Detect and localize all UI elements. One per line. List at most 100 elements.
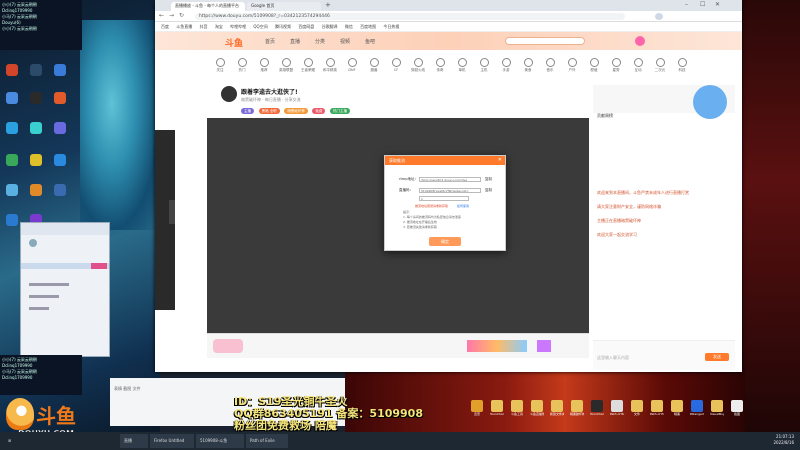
user-avatar[interactable] (635, 36, 645, 46)
copy-key-button[interactable]: 复制 (485, 188, 492, 193)
minimize-icon[interactable]: – (685, 1, 688, 8)
taskbar-item[interactable]: 直播 (120, 434, 148, 448)
bookmark-item[interactable]: 抖音 (200, 22, 208, 32)
line-select[interactable]: 1 (419, 196, 469, 201)
nav-category[interactable]: 英雄联盟 (279, 58, 293, 73)
nav-category[interactable]: 关注 (213, 58, 227, 73)
nav-category[interactable]: 手游 (499, 58, 513, 73)
desktop-icon[interactable]: 暗黑 (670, 400, 684, 418)
nav-link[interactable]: 首页 (265, 38, 275, 45)
bookmark-item[interactable]: 斗鱼直播 (176, 22, 192, 32)
gift-icon[interactable] (213, 339, 243, 353)
nav-link[interactable]: 分类 (315, 38, 325, 45)
desktop-icon[interactable]: DRangerX (690, 400, 704, 418)
nav-category[interactable]: 穿越火线 (411, 58, 425, 73)
room-tag[interactable]: 暗黑破坏神 (284, 108, 308, 114)
close-window-icon[interactable]: ✕ (715, 1, 720, 8)
nav-category[interactable]: 王者荣耀 (301, 58, 315, 73)
douyu-header-logo[interactable]: 斗鱼 (225, 36, 243, 49)
browser-window[interactable]: 直播播放 - 斗鱼 - 每个人的直播平台 Google 首页 + ✕ ☐ – ←… (155, 0, 742, 372)
qq-list-item[interactable] (29, 307, 49, 310)
bookmark-item[interactable]: 百度网盘 (298, 22, 314, 32)
bookmark-item[interactable]: 微信 (345, 22, 353, 32)
app-icon[interactable] (30, 122, 42, 134)
rank-title[interactable]: 贡献周榜 (597, 113, 613, 119)
nav-link[interactable]: 鱼吧 (365, 38, 375, 45)
nav-category[interactable]: 二次元 (653, 58, 667, 73)
nav-category[interactable]: CF (389, 58, 403, 72)
room-tag[interactable]: 主播 (241, 108, 254, 114)
app-icon[interactable] (6, 122, 18, 134)
screenshot-button[interactable]: 截图 (123, 386, 131, 391)
clock[interactable]: 21:07:13 2022/8/16 (773, 434, 794, 446)
nav-category[interactable]: 颜值 (587, 58, 601, 73)
reload-icon[interactable]: ↻ (179, 12, 184, 19)
desktop-icon[interactable]: 斗鱼工具 (510, 400, 524, 418)
copy-rtmp-button[interactable]: 复制 (485, 177, 492, 182)
app-icon[interactable] (30, 184, 42, 196)
taskbar-item[interactable]: 5109908-斗鱼 (196, 434, 244, 448)
app-icon[interactable] (6, 214, 18, 226)
app-icon[interactable] (30, 92, 42, 104)
gift-bar[interactable] (467, 340, 527, 352)
qq-list-item[interactable] (29, 295, 59, 298)
taskbar-item[interactable]: Firefox Untitled (150, 434, 194, 448)
app-icon[interactable] (54, 154, 66, 166)
bookmark-item[interactable]: 百度 (161, 22, 169, 32)
desktop-icon[interactable]: ToonCharms (590, 400, 604, 418)
room-tag[interactable]: 黑暗 全职 (258, 108, 280, 114)
qq-toolbar[interactable]: 表情 截图 文件 (114, 386, 141, 392)
qq-list-item[interactable] (29, 283, 69, 286)
stream-key-field[interactable]: 5109908rLwsl8cVfN?wsSecret= (419, 188, 481, 193)
back-icon[interactable]: ← (159, 12, 164, 19)
app-icon[interactable] (54, 64, 66, 76)
nav-category[interactable]: 美食 (521, 58, 535, 73)
send-button[interactable]: 发送 (705, 353, 729, 361)
nav-link[interactable]: 直播 (290, 38, 300, 45)
avatar[interactable] (29, 239, 37, 247)
maximize-icon[interactable]: ☐ (700, 1, 705, 8)
app-icon[interactable] (6, 154, 18, 166)
start-button[interactable]: ⊞ (4, 434, 44, 448)
desktop-icon[interactable]: 迅雷 (470, 400, 484, 418)
desktop-icon[interactable]: 暗黑破坏神 (570, 400, 584, 418)
desktop-icon[interactable]: 文件 (630, 400, 644, 418)
desktop-icon[interactable]: 新建文件夹 (550, 400, 564, 418)
nav-category[interactable]: 主机 (477, 58, 491, 73)
gift-icon[interactable] (537, 340, 551, 352)
chat-input[interactable]: 这里输入聊天内容 (597, 355, 697, 361)
room-tag[interactable]: 热门主播 (330, 108, 350, 114)
emoji-button[interactable]: 表情 (114, 386, 122, 391)
app-icon[interactable] (6, 92, 18, 104)
new-tab-icon[interactable]: + (325, 1, 331, 9)
help-link[interactable]: 如何使用 (457, 204, 469, 208)
tab-google[interactable]: Google 首页 (247, 2, 321, 11)
nav-category[interactable]: 单机 (455, 58, 469, 73)
taskbar-item[interactable]: Path of Exile (246, 434, 288, 448)
nav-category[interactable]: DNF (345, 58, 359, 72)
app-icon[interactable] (54, 122, 66, 134)
app-icon[interactable] (30, 154, 42, 166)
confirm-button[interactable]: 确定 (429, 237, 461, 246)
nav-category[interactable]: 音乐 (543, 58, 557, 73)
nav-category[interactable]: 科技 (675, 58, 689, 73)
bookmark-item[interactable]: 今日热搜 (383, 22, 399, 32)
badge-icon[interactable] (693, 85, 727, 119)
desktop-icon[interactable]: VisualBoy (710, 400, 724, 418)
forward-icon[interactable]: → (169, 12, 174, 19)
nav-category[interactable]: 魔兽 (367, 58, 381, 73)
desktop-icon[interactable]: Path of Exile (650, 400, 664, 418)
qq-chat-window[interactable] (20, 222, 110, 357)
bookmark-item[interactable]: 淘宝 (215, 22, 223, 32)
close-icon[interactable]: ✕ (498, 156, 502, 165)
rtmp-field[interactable]: rtmp://sendtc3.douyu.com/live (419, 177, 481, 182)
bookmark-item[interactable]: QQ空间 (253, 22, 267, 32)
desktop-icon[interactable]: 截图 (730, 400, 744, 418)
nav-link[interactable]: 视频 (340, 38, 350, 45)
url-input[interactable]: https://www.douyu.com/5109908?_r=0342123… (195, 13, 625, 20)
nav-category[interactable]: 热门 (235, 58, 249, 73)
desktop-icon[interactable]: ToonCharms (490, 400, 504, 418)
bookmark-item[interactable]: 谷歌翻译 (322, 22, 338, 32)
nav-category[interactable]: 和平精英 (323, 58, 337, 73)
app-icon[interactable] (54, 184, 66, 196)
